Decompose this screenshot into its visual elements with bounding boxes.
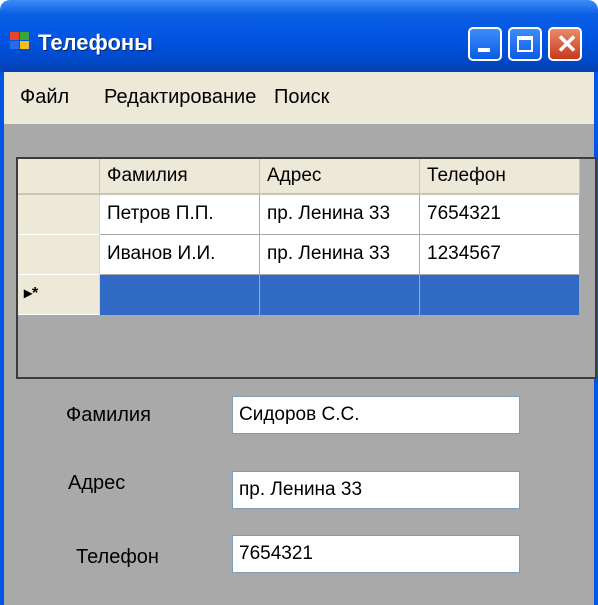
new-row-indicator-icon: ▸* (24, 285, 39, 302)
surname-label: Фамилия (66, 404, 151, 426)
grid-cell-surname[interactable]: Петров П.П. (100, 195, 260, 235)
new-row-cell-phone[interactable] (420, 275, 580, 315)
surname-input[interactable] (232, 396, 520, 434)
menu-file[interactable]: Файл (20, 86, 69, 109)
column-header-surname[interactable]: Фамилия (100, 159, 260, 195)
grid-cell-surname[interactable]: Иванов И.И. (100, 235, 260, 275)
menu-search[interactable]: Поиск (274, 86, 329, 109)
close-button[interactable]: ✕ (548, 27, 582, 61)
new-row-cell-surname[interactable] (100, 275, 260, 315)
phone-input[interactable] (232, 535, 520, 573)
data-grid[interactable]: Фамилия Адрес Телефон Петров П.П. пр. Ле… (16, 157, 597, 379)
menu-bar: Файл Редактирование Поиск (4, 72, 594, 124)
new-row-cell-address[interactable] (260, 275, 420, 315)
app-icon (10, 32, 30, 50)
row-header[interactable] (18, 195, 100, 235)
minimize-button[interactable] (468, 27, 502, 61)
grid-cell-phone[interactable]: 1234567 (420, 235, 580, 275)
close-icon: ✕ (556, 29, 578, 59)
column-header-phone[interactable]: Телефон (420, 159, 580, 195)
title-bar[interactable]: Телефоны ✕ (0, 0, 598, 72)
address-label: Адрес (68, 472, 126, 494)
phone-label: Телефон (76, 546, 159, 568)
column-header-address[interactable]: Адрес (260, 159, 420, 195)
grid-cell-phone[interactable]: 7654321 (420, 195, 580, 235)
window-title: Телефоны (38, 30, 153, 55)
maximize-button[interactable] (508, 27, 542, 61)
grid-corner-header[interactable] (18, 159, 100, 195)
menu-edit[interactable]: Редактирование (104, 86, 256, 109)
grid-cell-address[interactable]: пр. Ленина 33 (260, 235, 420, 275)
row-header[interactable] (18, 235, 100, 275)
address-input[interactable] (232, 471, 520, 509)
grid-cell-address[interactable]: пр. Ленина 33 (260, 195, 420, 235)
new-row-header[interactable]: ▸* (18, 275, 100, 315)
